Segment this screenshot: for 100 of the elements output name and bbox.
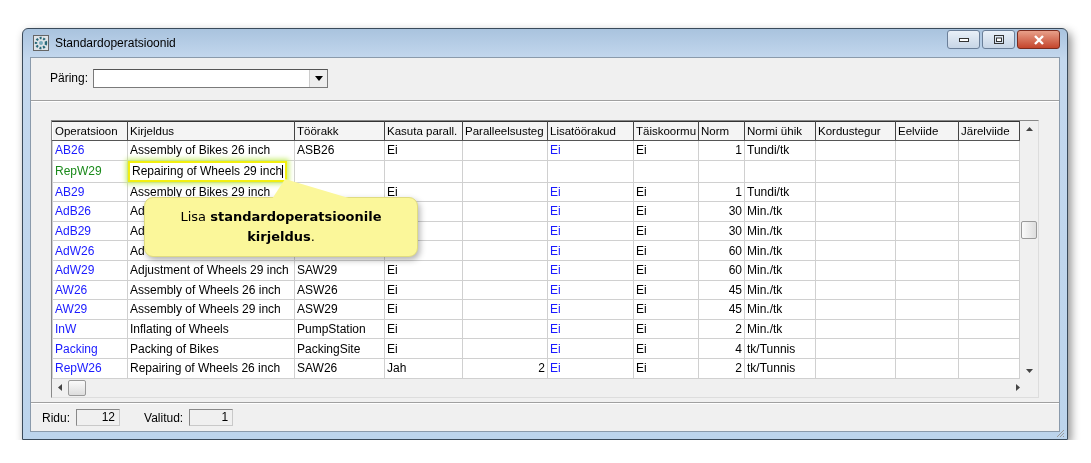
status-label: Valitud: xyxy=(144,410,184,425)
status-label: Ridu: xyxy=(42,410,70,425)
table-cell: SAW29 xyxy=(294,260,385,281)
link[interactable]: Ei xyxy=(547,221,634,241)
maximize-icon xyxy=(993,35,1004,44)
link[interactable]: Ei xyxy=(547,358,634,379)
table-cell: tk/Tunnis xyxy=(744,338,816,359)
operation-code[interactable]: InW xyxy=(52,319,128,339)
table-cell: ASW29 xyxy=(294,299,385,320)
table-cell: Ei xyxy=(633,260,699,281)
link[interactable]: Ei xyxy=(547,260,634,281)
minimize-button[interactable] xyxy=(947,30,980,49)
column-header[interactable]: Kordustegur xyxy=(815,121,896,141)
maximize-button[interactable] xyxy=(982,30,1015,49)
table-cell: Ei xyxy=(633,221,699,241)
table-cell: Ei xyxy=(633,319,699,339)
table-cell: Ei xyxy=(633,280,699,300)
table-cell: 45 xyxy=(698,280,745,300)
column-header[interactable]: Paralleelsusteg xyxy=(462,121,548,141)
scroll-down-icon xyxy=(1025,368,1033,373)
operation-code[interactable]: AdB29 xyxy=(52,221,128,241)
table-cell: Min./tk xyxy=(744,221,816,241)
column-header[interactable]: Normi ühik xyxy=(744,121,816,141)
table-cell: 60 xyxy=(698,240,745,261)
table-cell: Repairing of Wheels 26 inch xyxy=(127,358,295,379)
column-header[interactable]: Järelviide xyxy=(958,121,1020,141)
table-cell: Jah xyxy=(384,358,463,379)
table-cell: PumpStation xyxy=(294,319,385,339)
column-header[interactable]: Täiskoormu xyxy=(633,121,699,141)
table-cell: Min./tk xyxy=(744,201,816,222)
close-icon xyxy=(1032,34,1045,45)
operation-code[interactable]: AdB26 xyxy=(52,201,128,222)
link[interactable]: Ei xyxy=(547,201,634,222)
query-label: Päring: xyxy=(50,71,89,85)
scroll-thumb[interactable] xyxy=(1021,221,1037,239)
table-cell: SAW26 xyxy=(294,358,385,379)
text-input[interactable]: Repairing of Wheels 29 inch xyxy=(128,160,288,182)
operation-code[interactable]: AB29 xyxy=(52,182,128,202)
table-cell: 2 xyxy=(462,358,548,379)
table-cell: ASW26 xyxy=(294,280,385,300)
link[interactable]: Ei xyxy=(547,338,634,359)
table-cell: 30 xyxy=(698,221,745,241)
link[interactable]: Ei xyxy=(547,280,634,300)
table-cell: tk/Tunnis xyxy=(744,358,816,379)
table-cell: Ei xyxy=(633,240,699,261)
column-header[interactable]: Operatsioon xyxy=(52,121,128,141)
column-header[interactable]: Norm xyxy=(698,121,745,141)
table-cell: Adjustment of Wheels 29 inch xyxy=(127,260,295,281)
table-cell: PackingSite xyxy=(294,338,385,359)
table-cell: 2 xyxy=(698,319,745,339)
operation-code[interactable]: AW29 xyxy=(52,299,128,320)
operation-code[interactable]: AdW29 xyxy=(52,260,128,281)
link[interactable]: Ei xyxy=(547,182,634,202)
column-header[interactable]: Kasuta parall. xyxy=(384,121,463,141)
table-cell: Min./tk xyxy=(744,240,816,261)
table-cell: Ei xyxy=(633,299,699,320)
table-cell: Ei xyxy=(633,182,699,202)
table-cell: Ei xyxy=(384,260,463,281)
table-cell: Ei xyxy=(384,299,463,320)
table-cell: Assembly of Wheels 26 inch xyxy=(127,280,295,300)
link[interactable]: Ei xyxy=(547,299,634,320)
operation-code[interactable]: AB26 xyxy=(52,140,128,161)
status-value-field: 12 xyxy=(76,409,120,426)
table-cell: Ei xyxy=(633,338,699,359)
query-dropdown[interactable] xyxy=(93,68,329,88)
close-button[interactable] xyxy=(1017,30,1060,49)
link[interactable]: Ei xyxy=(547,240,634,261)
table-cell: 1 xyxy=(698,182,745,202)
operation-code[interactable]: Packing xyxy=(52,338,128,359)
gear-icon xyxy=(33,35,49,51)
table-cell: Ei xyxy=(384,319,463,339)
operation-code[interactable]: RepW26 xyxy=(52,358,128,379)
operation-code[interactable]: RepW29 xyxy=(52,160,128,183)
table-cell: Min./tk xyxy=(744,260,816,281)
column-header[interactable]: Kirjeldus xyxy=(127,121,295,141)
status-value-field: 1 xyxy=(189,409,234,426)
scroll-thumb[interactable] xyxy=(68,379,86,396)
link[interactable]: Ei xyxy=(547,140,634,161)
table-cell: Min./tk xyxy=(744,280,816,300)
table-cell: Packing of Bikes xyxy=(127,338,295,359)
table-cell: Inflating of Wheels xyxy=(127,319,295,339)
link[interactable]: Ei xyxy=(547,319,634,339)
table-cell: Ei xyxy=(633,140,699,161)
table-cell: Ei xyxy=(384,140,463,161)
table-cell: 1 xyxy=(698,140,745,161)
column-header[interactable]: Töörakk xyxy=(294,121,385,141)
table-cell: 4 xyxy=(698,338,745,359)
dropdown-arrow-icon xyxy=(314,75,323,81)
table-cell: Ei xyxy=(384,338,463,359)
table-cell: Ei xyxy=(384,280,463,300)
column-header[interactable]: Eelviide xyxy=(895,121,959,141)
operation-code[interactable]: AdW26 xyxy=(52,240,128,261)
resize-grip-icon[interactable] xyxy=(1055,428,1065,438)
table-cell: ASB26 xyxy=(294,140,385,161)
operation-code[interactable]: AW26 xyxy=(52,280,128,300)
table-cell: Ei xyxy=(633,358,699,379)
table-cell: 2 xyxy=(698,358,745,379)
table-cell: 45 xyxy=(698,299,745,320)
column-header[interactable]: Lisatöörakud xyxy=(547,121,634,141)
table-cell: 30 xyxy=(698,201,745,222)
